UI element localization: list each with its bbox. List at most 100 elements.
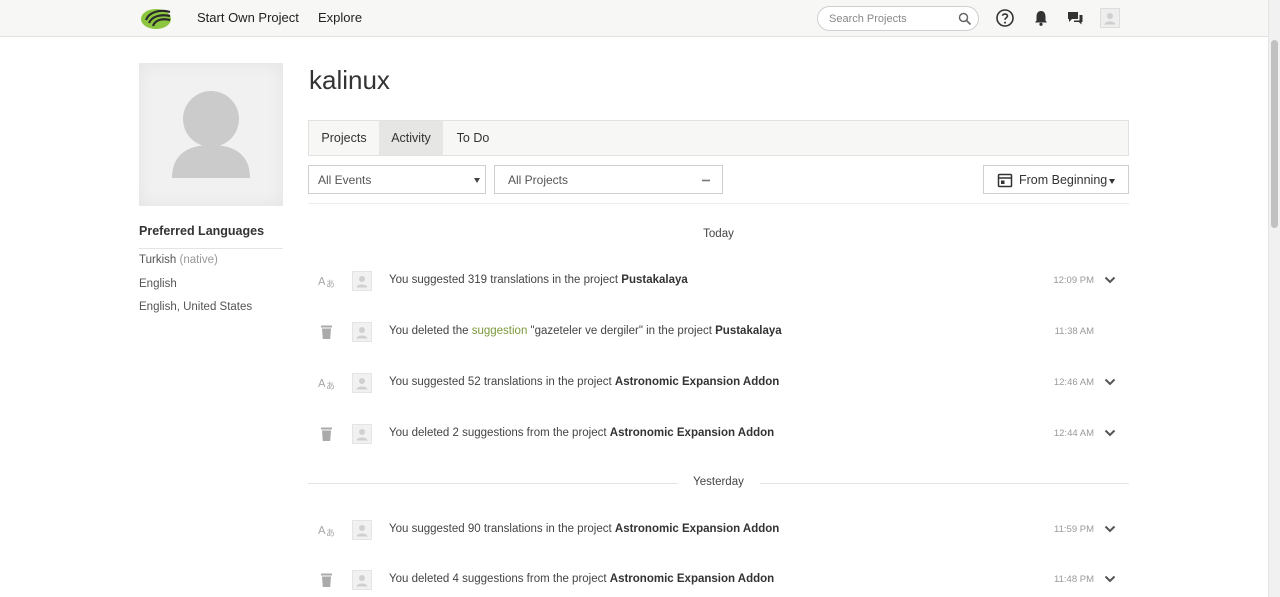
project-link[interactable]: Astronomic Expansion Addon bbox=[610, 573, 774, 585]
chevron-down-icon[interactable] bbox=[1104, 428, 1116, 438]
date-range-label: From Beginning bbox=[1019, 173, 1108, 187]
page-scrollbar[interactable] bbox=[1268, 0, 1280, 597]
user-avatar-icon bbox=[356, 327, 368, 339]
activity-time: 12:46 AM bbox=[1053, 377, 1094, 388]
day-heading-today: Today bbox=[703, 228, 734, 240]
day-heading-yesterday: Yesterday bbox=[693, 476, 744, 488]
activity-time: 11:48 PM bbox=[1054, 574, 1094, 585]
activity-text: You deleted 4 suggestions from the proje… bbox=[389, 573, 774, 585]
tab-projects[interactable]: Projects bbox=[309, 121, 379, 155]
activity-time: 12:09 PM bbox=[1053, 275, 1094, 286]
project-link[interactable]: Astronomic Expansion Addon bbox=[615, 376, 779, 388]
avatar[interactable] bbox=[352, 570, 372, 590]
start-own-project-link[interactable]: Start Own Project bbox=[197, 10, 299, 25]
caret-down-icon bbox=[474, 178, 480, 183]
events-filter-select[interactable]: All Events bbox=[308, 165, 486, 194]
activity-text: You suggested 52 translations in the pro… bbox=[389, 376, 779, 388]
scrollbar-thumb[interactable] bbox=[1271, 40, 1278, 228]
svg-text:A: A bbox=[318, 377, 326, 390]
language-item: Turkish (native) bbox=[139, 254, 218, 266]
user-avatar-icon bbox=[356, 575, 368, 587]
activity-row: You deleted 2 suggestions from the proje… bbox=[308, 418, 1129, 450]
projects-filter-value: All Projects bbox=[508, 173, 569, 187]
project-link[interactable]: Pustakalaya bbox=[621, 274, 688, 286]
notifications-bell-icon[interactable] bbox=[1031, 8, 1051, 28]
search-icon[interactable] bbox=[958, 12, 972, 26]
project-link[interactable]: Astronomic Expansion Addon bbox=[615, 523, 779, 535]
project-link[interactable]: Pustakalaya bbox=[715, 325, 782, 337]
projects-filter-select[interactable]: All Projects bbox=[494, 165, 723, 194]
activity-description: You suggested 319 translations in the pr… bbox=[389, 274, 622, 286]
top-navbar: Start Own Project Explore bbox=[0, 0, 1268, 37]
search-box bbox=[817, 6, 979, 31]
activity-description: You suggested 52 translations in the pro… bbox=[389, 376, 615, 388]
activity-row: You deleted the suggestion "gazeteler ve… bbox=[308, 316, 1129, 348]
avatar[interactable] bbox=[352, 424, 372, 444]
chevron-down-icon[interactable] bbox=[1104, 377, 1116, 387]
search-input[interactable] bbox=[829, 11, 954, 27]
preferred-languages-title: Preferred Languages bbox=[139, 224, 265, 238]
user-avatar-icon bbox=[356, 429, 368, 441]
activity-description: You deleted the bbox=[389, 325, 472, 337]
page-title-username: kalinux bbox=[309, 65, 390, 95]
translate-icon: A あ bbox=[318, 524, 335, 538]
language-name: Turkish bbox=[139, 254, 177, 266]
activity-description: You suggested 90 translations in the pro… bbox=[389, 523, 615, 535]
date-range-button[interactable]: From Beginning bbox=[983, 165, 1129, 194]
activity-text: You deleted 2 suggestions from the proje… bbox=[389, 427, 774, 439]
profile-photo bbox=[139, 63, 283, 206]
svg-text:A: A bbox=[318, 524, 326, 537]
activity-description: "gazeteler ve dergiler" in the project bbox=[527, 325, 716, 337]
activity-time: 11:59 PM bbox=[1054, 524, 1094, 535]
events-filter-value: All Events bbox=[318, 173, 372, 187]
language-item: English bbox=[139, 278, 177, 290]
activity-row: A あ You suggested 52 translations in the… bbox=[308, 367, 1129, 399]
divider bbox=[139, 248, 283, 249]
avatar[interactable] bbox=[352, 322, 372, 342]
dropdown-arrow-icon bbox=[702, 179, 710, 182]
translate-icon: A あ bbox=[318, 275, 335, 289]
avatar[interactable] bbox=[352, 520, 372, 540]
svg-text:A: A bbox=[318, 275, 326, 288]
activity-row: A あ You suggested 319 translations in th… bbox=[308, 265, 1129, 297]
chevron-down-icon[interactable] bbox=[1104, 574, 1116, 584]
avatar[interactable] bbox=[352, 271, 372, 291]
user-avatar-menu[interactable] bbox=[1100, 8, 1120, 28]
activity-description: You deleted 2 suggestions from the proje… bbox=[389, 427, 610, 439]
activity-time: 12:44 AM bbox=[1053, 428, 1094, 439]
translate-icon: A あ bbox=[318, 377, 335, 391]
messages-icon[interactable] bbox=[1065, 8, 1085, 28]
profile-tabs: Projects Activity To Do bbox=[308, 120, 1129, 156]
svg-text:あ: あ bbox=[326, 528, 335, 538]
user-avatar-icon bbox=[356, 378, 368, 390]
chevron-down-icon[interactable] bbox=[1104, 524, 1116, 534]
chevron-down-icon[interactable] bbox=[1104, 275, 1116, 285]
activity-text: You deleted the suggestion "gazeteler ve… bbox=[389, 325, 782, 337]
caret-down-icon bbox=[1109, 179, 1115, 184]
activity-row: You deleted 4 suggestions from the proje… bbox=[308, 564, 1129, 596]
default-user-avatar-icon bbox=[172, 91, 250, 178]
tab-activity[interactable]: Activity bbox=[379, 121, 443, 155]
user-avatar-icon bbox=[356, 525, 368, 537]
user-avatar-icon bbox=[356, 276, 368, 288]
project-link[interactable]: Astronomic Expansion Addon bbox=[610, 427, 774, 439]
activity-row: A あ You suggested 90 translations in the… bbox=[308, 514, 1129, 546]
tab-todo[interactable]: To Do bbox=[443, 121, 503, 155]
trash-icon bbox=[321, 573, 332, 587]
activity-time: 11:38 AM bbox=[1054, 326, 1094, 337]
suggestion-link[interactable]: suggestion bbox=[472, 325, 528, 337]
trash-icon bbox=[321, 427, 332, 441]
explore-link[interactable]: Explore bbox=[318, 10, 362, 25]
activity-text: You suggested 319 translations in the pr… bbox=[389, 274, 688, 286]
svg-text:あ: あ bbox=[326, 381, 335, 391]
activity-text: You suggested 90 translations in the pro… bbox=[389, 523, 779, 535]
divider bbox=[308, 203, 1129, 204]
trash-icon bbox=[321, 325, 332, 339]
avatar[interactable] bbox=[352, 373, 372, 393]
calendar-icon bbox=[997, 173, 1013, 188]
language-item: English, United States bbox=[139, 301, 252, 313]
help-icon[interactable] bbox=[995, 8, 1015, 28]
user-avatar-icon bbox=[1104, 13, 1116, 25]
svg-text:あ: あ bbox=[326, 279, 335, 289]
logo-icon[interactable] bbox=[140, 6, 173, 30]
